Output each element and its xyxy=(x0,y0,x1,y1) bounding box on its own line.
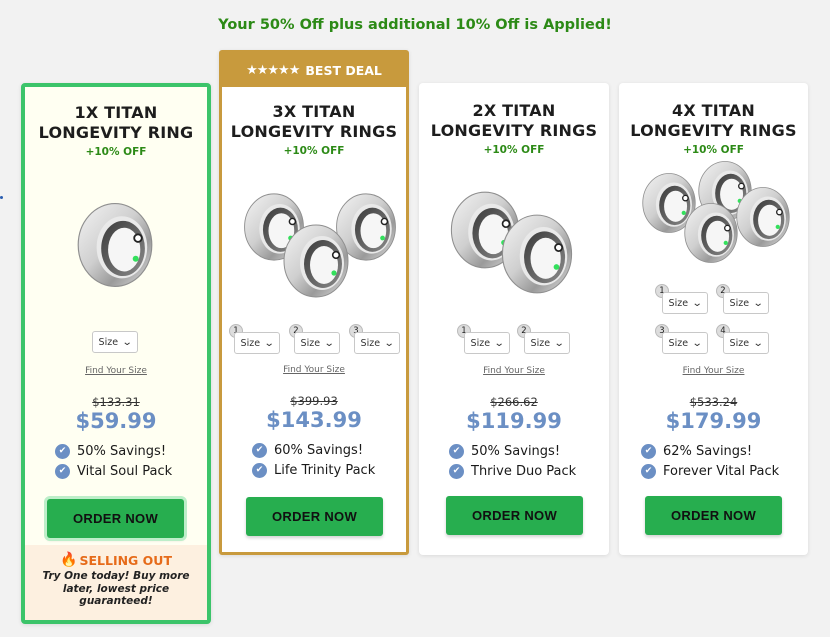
extra-off-label: +10% OFF xyxy=(283,145,345,157)
chevron-down-icon: ⌄ xyxy=(752,337,764,349)
selling-out-notice: 🔥 SELLING OUT Try One today! Buy more lat… xyxy=(25,545,207,620)
product-card-2x[interactable]: 2X TITAN LONGEVITY RINGS +10% OFF 1 Size… xyxy=(419,83,609,555)
order-now-button[interactable]: ORDER NOW xyxy=(47,499,184,538)
extra-off-label: +10% OFF xyxy=(85,146,147,158)
check-icon: ✔ xyxy=(55,443,70,459)
perk-item: ✔ Vital Soul Pack xyxy=(55,461,199,481)
card-title-line1: 4X TITAN xyxy=(672,101,755,120)
card-title-line2: LONGEVITY RINGS xyxy=(630,121,797,140)
sale-price: $119.99 xyxy=(466,409,562,433)
size-select-1[interactable]: Size ⌄ xyxy=(464,332,510,354)
chevron-down-icon: ⌄ xyxy=(691,297,703,309)
check-icon: ✔ xyxy=(449,443,464,459)
order-now-button[interactable]: ORDER NOW xyxy=(246,497,383,536)
check-icon: ✔ xyxy=(252,442,267,458)
find-your-size-link[interactable]: Find Your Size xyxy=(25,366,207,376)
perks-list: ✔ 50% Savings! ✔ Vital Soul Pack xyxy=(55,441,199,481)
perk-item: ✔ 50% Savings! xyxy=(449,441,601,461)
perks-list: ✔ 62% Savings! ✔ Forever Vital Pack xyxy=(641,441,800,481)
check-icon: ✔ xyxy=(641,443,656,459)
perk-item: ✔ Forever Vital Pack xyxy=(641,461,800,481)
chevron-down-icon: ⌄ xyxy=(121,336,133,348)
perk-item: ✔ 50% Savings! xyxy=(55,441,199,461)
sale-price: $59.99 xyxy=(75,409,157,433)
check-icon: ✔ xyxy=(55,463,70,479)
card-title-line2: LONGEVITY RING xyxy=(38,123,194,142)
original-price: $399.93 xyxy=(290,394,338,408)
product-card-1x[interactable]: 1X TITAN LONGEVITY RING +10% OFF Size ⌄ F… xyxy=(21,83,211,624)
chevron-down-icon: ⌄ xyxy=(493,337,505,349)
edge-marker xyxy=(0,196,3,199)
three-rings-image xyxy=(243,193,397,298)
chevron-down-icon: ⌄ xyxy=(263,337,275,349)
original-price: $133.31 xyxy=(92,395,140,409)
sale-price: $143.99 xyxy=(266,408,362,432)
card-title-line2: LONGEVITY RINGS xyxy=(430,121,598,140)
four-rings-image xyxy=(642,161,790,264)
extra-off-label: +10% OFF xyxy=(683,144,744,156)
order-now-button[interactable]: ORDER NOW xyxy=(446,496,583,535)
chevron-down-icon: ⌄ xyxy=(691,337,703,349)
product-card-4x[interactable]: 4X TITAN LONGEVITY RINGS +10% OFF 1 Size… xyxy=(619,83,808,555)
find-your-size-link[interactable]: Find Your Size xyxy=(222,365,406,375)
sale-price: $179.99 xyxy=(665,409,762,433)
find-your-size-link[interactable]: Find Your Size xyxy=(619,366,808,376)
discount-applied-banner: Your 50% Off plus additional 10% Off is … xyxy=(218,17,612,33)
size-select-1[interactable]: Size ⌄ xyxy=(234,332,280,354)
perks-list: ✔ 60% Savings! ✔ Life Trinity Pack xyxy=(252,440,398,480)
product-card-3x[interactable]: ★★★★★ BEST DEAL 3X TITAN LONGEVITY RINGS… xyxy=(219,50,409,555)
perk-item: ✔ 62% Savings! xyxy=(641,441,800,461)
perk-item: ✔ Life Trinity Pack xyxy=(252,460,398,480)
size-select[interactable]: Size ⌄ xyxy=(92,331,138,353)
chevron-down-icon: ⌄ xyxy=(383,337,395,349)
perk-item: ✔ Thrive Duo Pack xyxy=(449,461,601,481)
perks-list: ✔ 50% Savings! ✔ Thrive Duo Pack xyxy=(449,441,601,481)
check-icon: ✔ xyxy=(252,462,267,478)
size-select-1[interactable]: Size ⌄ xyxy=(662,292,708,314)
card-title-line1: 3X TITAN xyxy=(272,102,356,121)
find-your-size-link[interactable]: Find Your Size xyxy=(419,366,609,376)
chevron-down-icon: ⌄ xyxy=(553,337,565,349)
size-select-4[interactable]: Size ⌄ xyxy=(723,332,769,354)
two-rings-image xyxy=(450,191,573,294)
card-title-line1: 2X TITAN xyxy=(472,101,556,120)
card-title-line1: 1X TITAN xyxy=(74,103,158,122)
order-now-button[interactable]: ORDER NOW xyxy=(645,496,782,535)
size-select-2[interactable]: Size ⌄ xyxy=(723,292,769,314)
extra-off-label: +10% OFF xyxy=(483,144,545,156)
size-select-3[interactable]: Size ⌄ xyxy=(354,332,400,354)
check-icon: ✔ xyxy=(641,463,656,479)
size-select-2[interactable]: Size ⌄ xyxy=(524,332,570,354)
original-price: $533.24 xyxy=(689,395,738,409)
size-select-2[interactable]: Size ⌄ xyxy=(294,332,340,354)
check-icon: ✔ xyxy=(449,463,464,479)
perk-item: ✔ 60% Savings! xyxy=(252,440,398,460)
ring-image xyxy=(77,202,153,288)
chevron-down-icon: ⌄ xyxy=(752,297,764,309)
original-price: $266.62 xyxy=(490,395,538,409)
chevron-down-icon: ⌄ xyxy=(323,337,335,349)
size-select-3[interactable]: Size ⌄ xyxy=(662,332,708,354)
flame-icon: 🔥 xyxy=(60,552,78,568)
card-title-line2: LONGEVITY RINGS xyxy=(230,122,398,141)
